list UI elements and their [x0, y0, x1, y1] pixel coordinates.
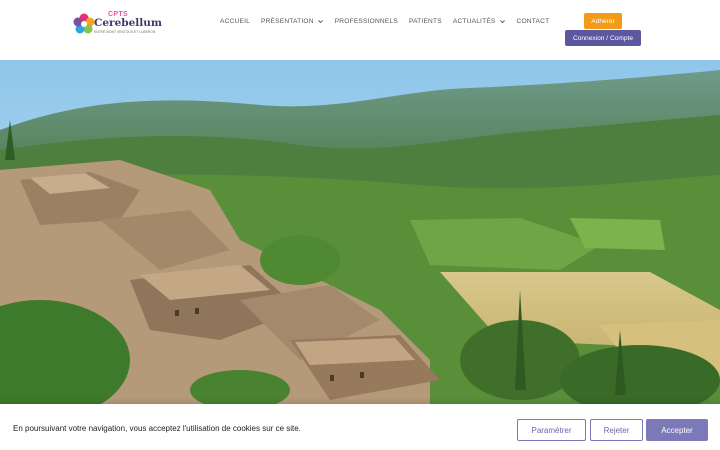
nav-item-label: PROFESSIONNELS — [334, 17, 398, 25]
flower-logo-icon — [73, 13, 95, 34]
cookie-settings-button[interactable]: Paramétrer — [517, 419, 586, 441]
connexion-compte-button[interactable]: Connexion / Compte — [565, 30, 641, 46]
cookie-banner: En poursuivant votre navigation, vous ac… — [0, 404, 720, 450]
hero-banner — [0, 60, 720, 404]
cookie-accept-button[interactable]: Accepter — [646, 419, 708, 441]
cookie-reject-button[interactable]: Rejeter — [590, 419, 643, 441]
nav-item-label: ACTUALITÉS — [452, 17, 496, 25]
chevron-down-icon — [499, 19, 505, 23]
nav-item-patients[interactable]: PATIENTS — [409, 18, 442, 25]
nav-item-label: PATIENTS — [408, 17, 442, 25]
nav-item-accueil[interactable]: ACCUEIL — [220, 18, 250, 25]
chevron-down-icon — [317, 19, 323, 23]
hero-landscape-image — [0, 60, 720, 404]
logo-tagline: ENTRE MONT VENTOUX ET LUBERON — [94, 30, 156, 34]
nav-item-professionnels[interactable]: PROFESSIONNELS — [335, 18, 398, 25]
nav-item-contact[interactable]: CONTACT — [517, 18, 550, 25]
cookie-message: En poursuivant votre navigation, vous ac… — [13, 424, 301, 433]
nav-item-label: ACCUEIL — [220, 17, 250, 25]
nav-item-presentation[interactable]: PRÉSENTATION — [261, 18, 324, 25]
nav-item-actualites[interactable]: ACTUALITÉS — [453, 18, 506, 25]
adherer-button[interactable]: Adhérer — [584, 13, 622, 29]
site-logo[interactable]: CPTS Cerebellum ENTRE MONT VENTOUX ET LU… — [72, 11, 162, 36]
main-nav: ACCUEIL PRÉSENTATION PROFESSIONNELS PATI… — [220, 16, 549, 26]
nav-item-label: CONTACT — [516, 17, 550, 25]
site-header: CPTS Cerebellum ENTRE MONT VENTOUX ET LU… — [0, 0, 720, 60]
logo-name-text: Cerebellum — [94, 17, 162, 29]
nav-item-label: PRÉSENTATION — [260, 17, 314, 25]
